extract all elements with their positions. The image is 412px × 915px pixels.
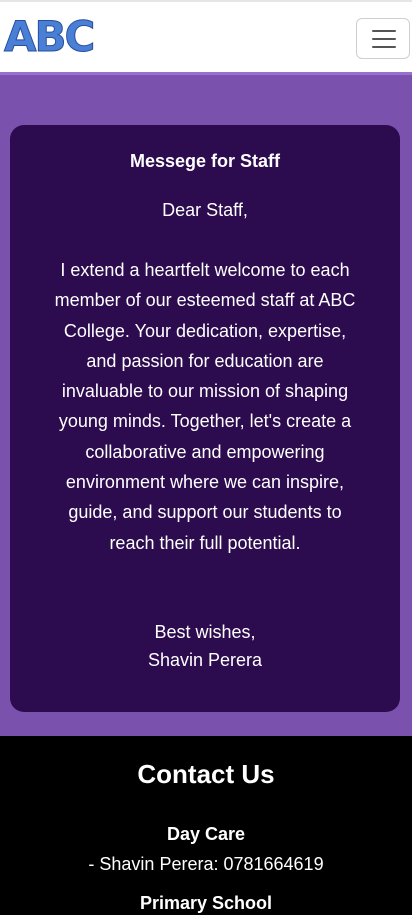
navbar: ABC [0, 0, 412, 72]
logo-text: ABC [4, 12, 96, 61]
contact-group-primary-school: Primary School [139, 893, 273, 913]
logo[interactable]: ABC [4, 12, 98, 61]
contact-line-day-care[interactable]: - Shavin Perera: 0781664619 [0, 852, 412, 876]
contact-group-day-care: Day Care [166, 824, 246, 844]
contact-footer: Contact Us Day Care - Shavin Perera: 078… [0, 736, 412, 915]
staff-message-card: Messege for Staff Dear Staff, I extend a… [10, 125, 400, 712]
message-signature: Shavin Perera [147, 650, 263, 670]
message-signoff: Best wishes, Shavin Perera [10, 618, 400, 674]
contact-title: Contact Us [137, 759, 275, 789]
message-title: Messege for Staff [129, 151, 281, 171]
message-greeting: Dear Staff, [162, 200, 248, 220]
message-closing: Best wishes, [154, 622, 256, 642]
message-body: I extend a heartfelt welcome to each mem… [54, 260, 356, 553]
navbar-toggle-button[interactable] [356, 18, 410, 59]
